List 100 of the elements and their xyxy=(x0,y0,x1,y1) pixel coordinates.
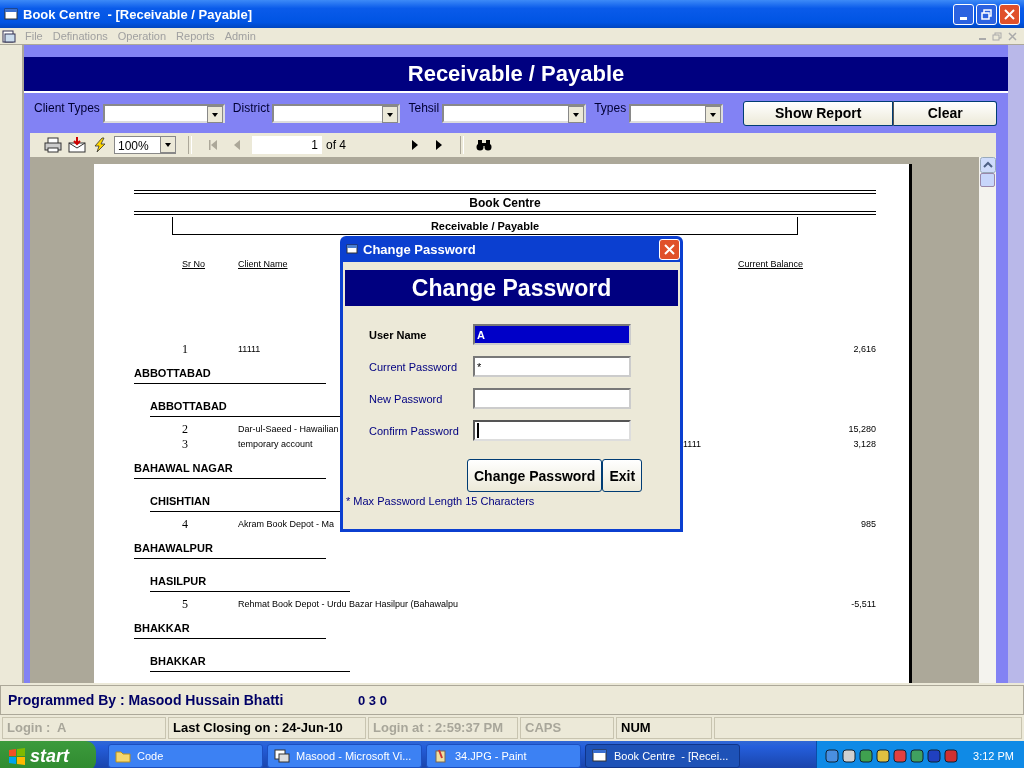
field-label: Confirm Password xyxy=(369,424,460,437)
client-name: 11111 xyxy=(238,344,261,354)
lightning-icon[interactable] xyxy=(92,137,108,153)
minimize-icon xyxy=(960,16,967,20)
tray-icon[interactable] xyxy=(927,749,942,763)
binoculars-icon[interactable] xyxy=(476,138,492,152)
balance-amount: 985 xyxy=(859,518,876,531)
client-name: Akram Book Depot - Ma xyxy=(238,519,335,529)
column-header: Client Name xyxy=(238,259,289,271)
serial-number: 4 xyxy=(181,517,189,532)
tray-icon[interactable] xyxy=(842,749,857,763)
filter-label: Types xyxy=(594,101,627,115)
document-icon xyxy=(2,29,16,43)
input-field[interactable]: A xyxy=(473,324,631,345)
table-cell: 1111 xyxy=(683,439,702,449)
dialog-button[interactable]: Change Password xyxy=(467,459,603,492)
filter-dropdown[interactable] xyxy=(272,103,401,123)
serial-number: 2 xyxy=(181,422,189,437)
page-count: of 4 xyxy=(326,138,346,152)
tehsil-heading: HASILPUR xyxy=(150,574,350,592)
zoom-dropdown[interactable]: 100% xyxy=(114,136,176,154)
close-icon xyxy=(1008,31,1018,41)
filter-label: Client Types xyxy=(34,101,100,115)
balance-amount: 2,616 xyxy=(852,343,876,356)
report-title: Receivable / Payable xyxy=(172,217,798,235)
filter-label: District xyxy=(232,101,270,115)
district-heading: BAHAWALPUR xyxy=(134,541,326,559)
input-field[interactable] xyxy=(473,420,631,441)
dialog-title: Change Password xyxy=(363,241,476,257)
export-envelope-icon[interactable] xyxy=(68,137,86,153)
window-icon xyxy=(346,243,358,255)
status-panel: Login : A xyxy=(2,717,166,739)
password-note: * Max Password Length 15 Characters xyxy=(345,495,536,507)
tray-icon[interactable] xyxy=(859,749,874,763)
tray-icon[interactable] xyxy=(944,749,959,763)
code-text: 0 3 0 xyxy=(358,692,387,708)
folder-icon xyxy=(115,749,131,763)
window-icon xyxy=(592,749,608,763)
start-button[interactable]: start xyxy=(0,741,96,768)
scroll-thumb[interactable] xyxy=(980,173,995,187)
client-name: Rehmat Book Depot - Urdu Bazar Hasilpur (Bahawalpu xyxy=(238,599,459,609)
column-header: Current Balance xyxy=(736,259,803,271)
app-icon xyxy=(4,7,18,21)
report-button[interactable]: Show Report xyxy=(743,100,894,126)
field-label: Current Password xyxy=(369,360,459,373)
field-label: User Name xyxy=(369,328,428,341)
taskbar-button[interactable]: Book Centre - [Recei... xyxy=(585,744,740,768)
serial-number: 5 xyxy=(181,597,189,612)
status-panel: NUM xyxy=(616,717,712,739)
status-panel: CAPS xyxy=(520,717,614,739)
input-field[interactable]: * xyxy=(473,356,631,377)
tray-icon[interactable] xyxy=(893,749,908,763)
district-heading: ABBOTTABAD xyxy=(134,366,326,384)
client-name: Dar-ul-Saeed - Hawailian xyxy=(238,424,339,434)
restore-icon xyxy=(992,31,1002,41)
district-heading: BAHAWAL NAGAR xyxy=(134,461,326,479)
close-icon xyxy=(664,243,675,255)
taskbar-button[interactable]: Code xyxy=(108,744,263,768)
paint-brush-icon xyxy=(433,749,449,763)
restore-button[interactable] xyxy=(976,3,997,25)
minimize-button[interactable] xyxy=(953,3,974,25)
filter-dropdown[interactable] xyxy=(629,103,724,123)
balance-amount: 3,128 xyxy=(852,438,876,451)
windows-logo-icon xyxy=(8,747,26,765)
field-label: New Password xyxy=(369,392,444,405)
serial-number: 1 xyxy=(181,342,189,357)
dialog-heading: Change Password xyxy=(345,270,678,306)
serial-number: 3 xyxy=(181,437,189,452)
filter-label: Tehsil xyxy=(408,101,440,115)
report-button[interactable]: Clear xyxy=(893,100,998,126)
printer-icon[interactable] xyxy=(44,137,62,153)
clock: 3:12 PM xyxy=(973,750,1014,762)
taskbar-button[interactable]: Masood - Microsoft Vi... xyxy=(267,744,422,768)
page-number-field[interactable]: 1 xyxy=(252,136,322,154)
taskbar-button[interactable]: 34.JPG - Paint xyxy=(426,744,581,768)
balance-amount: 15,280 xyxy=(847,423,876,436)
credit-text: Programmed By : Masood Hussain Bhatti xyxy=(8,692,285,708)
close-icon xyxy=(1004,8,1015,20)
tray-icon[interactable] xyxy=(825,749,840,763)
dialog-button[interactable]: Exit xyxy=(602,459,643,492)
form-title: Receivable / Payable xyxy=(24,57,1008,93)
client-name: temporary account xyxy=(238,439,313,449)
close-button[interactable] xyxy=(659,238,680,260)
district-heading: BHAKKAR xyxy=(134,621,326,639)
tehsil-heading: BHAKKAR xyxy=(150,654,350,672)
balance-amount: -5,511 xyxy=(850,598,876,611)
window-title: Book Centre - [Receivable / Payable] xyxy=(23,6,253,22)
close-button[interactable] xyxy=(999,3,1020,25)
tray-icon[interactable] xyxy=(910,749,925,763)
status-panel: Last Closing on : 24-Jun-10 xyxy=(168,717,366,739)
filter-dropdown[interactable] xyxy=(102,103,225,123)
restore-icon xyxy=(981,8,992,20)
report-company: Book Centre xyxy=(468,195,542,211)
filter-dropdown[interactable] xyxy=(442,103,587,123)
column-header: Sr No xyxy=(181,259,206,271)
scroll-up-icon[interactable] xyxy=(979,157,996,173)
status-panel: Login at : 2:59:37 PM xyxy=(368,717,518,739)
program-icon xyxy=(274,749,290,763)
scrollbar[interactable] xyxy=(979,157,996,683)
tray-icon[interactable] xyxy=(876,749,891,763)
